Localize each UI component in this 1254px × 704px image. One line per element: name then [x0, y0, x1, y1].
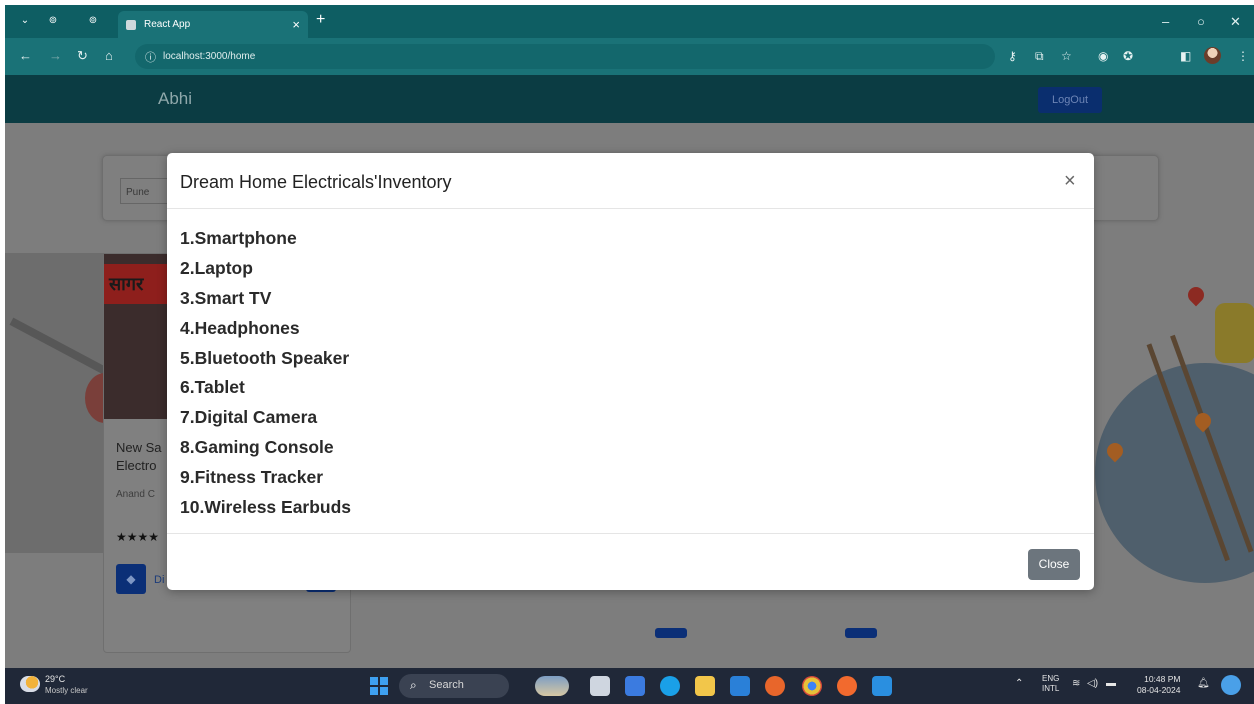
shop-photo: सागर — [104, 254, 174, 419]
clock-time: 10:48 PM — [1144, 674, 1181, 684]
weather-temperature[interactable]: 29°C — [45, 674, 65, 684]
file-explorer-icon[interactable] — [695, 676, 715, 696]
window-close-icon[interactable]: ✕ — [1230, 14, 1241, 30]
bookmark-star-icon[interactable]: ☆ — [1061, 49, 1072, 63]
shop-address: Anand C — [116, 489, 155, 500]
minimize-icon[interactable]: – — [1162, 14, 1169, 29]
menu-kebab-icon[interactable]: ⋮ — [1237, 49, 1249, 63]
inventory-list: 1.Smartphone 2.Laptop 3.Smart TV 4.Headp… — [180, 224, 351, 523]
shop-title-line2: Electro — [116, 458, 157, 473]
teams-icon[interactable] — [1221, 675, 1241, 695]
inventory-modal: Dream Home Electricals'Inventory × 1.Sma… — [167, 153, 1094, 590]
modal-footer: Close — [167, 533, 1094, 590]
language-line2: INTL — [1042, 684, 1060, 693]
new-tab-icon[interactable]: + — [316, 11, 325, 29]
tab-react-app[interactable]: React App × — [118, 11, 308, 38]
city-select[interactable]: Pune — [120, 178, 170, 204]
reload-icon[interactable]: ↻ — [77, 48, 88, 64]
modal-body: 1.Smartphone 2.Laptop 3.Smart TV 4.Headp… — [167, 209, 1094, 533]
shop-title: New Sa Electro — [116, 439, 162, 475]
site-info-icon[interactable]: ⓘ — [145, 49, 156, 65]
brand-name[interactable]: Abhi — [158, 89, 192, 109]
map-road — [9, 317, 111, 377]
language-line1: ENG — [1042, 674, 1060, 683]
language-indicator[interactable]: ENG INTL — [1042, 674, 1059, 694]
copilot-icon[interactable] — [625, 676, 645, 696]
vscode-icon[interactable] — [872, 676, 892, 696]
sidebar-icon[interactable]: ◧ — [1180, 49, 1191, 63]
location-pin-icon — [1184, 283, 1208, 307]
windows-taskbar: 29°C Mostly clear ⌕ Search ⌃ ENG INTL ≋ … — [5, 668, 1254, 704]
store-icon[interactable] — [730, 676, 750, 696]
inventory-item: 2.Laptop — [180, 257, 253, 278]
close-button[interactable]: Close — [1028, 549, 1080, 580]
brave-icon[interactable] — [837, 676, 857, 696]
app-navbar: Abhi LogOut — [5, 75, 1254, 123]
taskbar-search[interactable]: ⌕ Search — [399, 674, 509, 698]
taskbar-clock[interactable]: 10:48 PM 08-04-2024 — [1137, 674, 1180, 696]
widgets-icon[interactable] — [535, 676, 569, 696]
modal-title: Dream Home Electricals'Inventory — [180, 172, 452, 192]
search-icon: ⌕ — [410, 678, 417, 692]
weather-icon[interactable] — [20, 676, 40, 692]
search-label: Search — [429, 679, 464, 691]
tray-chevron-icon[interactable]: ⌃ — [1015, 678, 1023, 689]
address-bar[interactable]: ⓘ localhost:3000/home — [135, 44, 995, 69]
weather-description[interactable]: Mostly clear — [45, 686, 88, 695]
map-illustration — [5, 253, 125, 553]
url-text: localhost:3000/home — [163, 51, 256, 62]
inventory-item: 9.Fitness Tracker — [180, 467, 323, 488]
extensions-puzzle-icon[interactable]: ✪ — [1123, 49, 1133, 63]
chrome-icon[interactable]: ⊚ — [85, 13, 101, 29]
tab-search-icon[interactable]: ⌄ — [17, 13, 33, 29]
tab-title: React App — [144, 19, 191, 30]
person-illustration — [1215, 303, 1254, 363]
react-favicon-icon — [126, 20, 136, 30]
modal-header: Dream Home Electricals'Inventory × — [167, 153, 1094, 209]
shop-title-line1: New Sa — [116, 440, 162, 455]
back-icon[interactable]: ← — [19, 48, 32, 63]
inventory-item: 8.Gaming Console — [180, 437, 334, 458]
card-action-button-3[interactable] — [845, 628, 877, 638]
shop-signboard: सागर — [104, 264, 174, 304]
profile-avatar[interactable] — [1204, 47, 1221, 64]
file-icon[interactable] — [590, 676, 610, 696]
firefox-icon[interactable] — [765, 676, 785, 696]
battery-icon[interactable]: ▬ — [1106, 678, 1116, 689]
logout-button[interactable]: LogOut — [1038, 87, 1102, 113]
browser-tab-strip: ⌄ ⊚ ⊚ React App × + – ○ ✕ — [5, 5, 1254, 38]
directions-label[interactable]: Di — [154, 574, 164, 586]
card-action-button-2[interactable] — [655, 628, 687, 638]
inventory-item: 3.Smart TV — [180, 287, 272, 308]
chrome-taskbar-icon[interactable] — [802, 676, 822, 696]
start-button[interactable] — [370, 677, 388, 695]
clock-date: 08-04-2024 — [1137, 685, 1181, 695]
directions-button[interactable]: ◆ — [116, 564, 146, 594]
inventory-item: 4.Headphones — [180, 317, 300, 338]
notification-bell-icon[interactable]: 🔔︎ — [1197, 678, 1210, 689]
password-key-icon[interactable]: ⚷ — [1008, 49, 1017, 63]
close-tab-icon[interactable]: × — [292, 17, 300, 32]
inventory-item: 7.Digital Camera — [180, 407, 318, 428]
inventory-item: 1.Smartphone — [180, 228, 297, 248]
wifi-icon[interactable]: ≋ — [1072, 678, 1080, 689]
extension-icon[interactable]: ◉ — [1098, 49, 1108, 63]
volume-icon[interactable]: ◁) — [1087, 678, 1098, 689]
edge-icon[interactable] — [660, 676, 680, 696]
screenshot-icon[interactable]: ⧉ — [1035, 49, 1044, 64]
chrome-profile-icon[interactable]: ⊚ — [45, 13, 61, 29]
inventory-item: 6.Tablet — [180, 377, 245, 398]
inventory-item: 10.Wireless Earbuds — [180, 497, 352, 518]
close-icon[interactable]: × — [1064, 170, 1076, 193]
forward-icon[interactable]: → — [49, 48, 62, 63]
home-icon[interactable]: ⌂ — [105, 48, 113, 63]
restore-icon[interactable]: ○ — [1197, 14, 1205, 29]
rating-stars: ★★★★ — [116, 530, 160, 544]
inventory-item: 5.Bluetooth Speaker — [180, 347, 350, 368]
browser-toolbar: ← → ↻ ⌂ ⓘ localhost:3000/home ⚷ ⧉ ☆ ◉ ✪ … — [5, 38, 1254, 75]
